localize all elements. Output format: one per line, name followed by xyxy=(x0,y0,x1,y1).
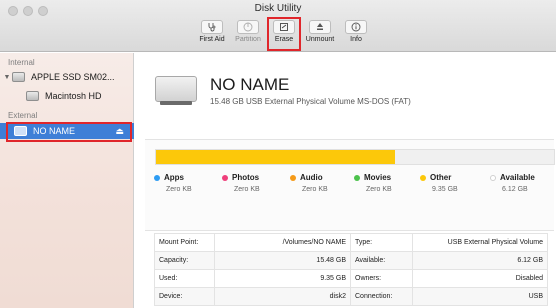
info-key: Capacity: xyxy=(154,251,215,270)
info-row: Capacity: 15.48 GB Available: 6.12 GB xyxy=(154,251,548,270)
usage-legend-item: Audio Zero KB xyxy=(290,173,328,193)
info-row: Device: disk2 Connection: USB xyxy=(154,287,548,306)
usage-category-value: Zero KB xyxy=(166,186,192,193)
info-button[interactable]: Info xyxy=(338,20,374,43)
partition-icon xyxy=(243,22,253,32)
internal-disk-icon xyxy=(12,72,25,82)
usage-bar xyxy=(155,149,555,165)
sidebar-item-apple-ssd[interactable]: ▼ APPLE SSD SM02... xyxy=(0,69,134,85)
usage-legend-item: Movies Zero KB xyxy=(354,173,392,193)
sidebar-item-label: APPLE SSD SM02... xyxy=(31,72,115,82)
unmount-icon xyxy=(317,23,323,30)
usage-category-label: Other xyxy=(430,173,452,182)
volume-description: 15.48 GB USB External Physical Volume MS… xyxy=(210,97,411,106)
info-key: Type: xyxy=(350,233,413,252)
erase-highlight-box xyxy=(267,17,301,51)
usage-bar-fill-other xyxy=(156,150,395,164)
info-key: Mount Point: xyxy=(154,233,215,252)
info-value: USB xyxy=(412,287,548,306)
legend-dot xyxy=(290,174,296,181)
usage-category-label: Apps xyxy=(164,173,184,182)
first-aid-label: First Aid xyxy=(199,36,225,43)
usage-category-value: Zero KB xyxy=(302,186,328,193)
info-value: USB External Physical Volume xyxy=(412,233,548,252)
legend-dot xyxy=(420,174,426,181)
info-key: Device: xyxy=(154,287,215,306)
info-value: Disabled xyxy=(412,269,548,288)
usage-category-label: Photos xyxy=(232,173,260,182)
usage-category-value: 9.35 GB xyxy=(432,186,458,193)
external-header: External xyxy=(8,111,38,120)
info-label: Info xyxy=(350,36,362,43)
disclosure-triangle-icon[interactable]: ▼ xyxy=(2,74,12,81)
info-row: Used: 9.35 GB Owners: Disabled xyxy=(154,269,548,288)
legend-dot xyxy=(154,174,160,181)
info-key: Connection: xyxy=(350,287,413,306)
info-icon xyxy=(351,22,361,32)
usage-category-label: Movies xyxy=(364,173,392,182)
sidebar-item-label: Macintosh HD xyxy=(45,91,102,101)
usage-legend-item: Available 6.12 GB xyxy=(490,173,535,193)
unmount-button[interactable]: Unmount xyxy=(302,20,338,43)
usage-legend-item: Other 9.35 GB xyxy=(420,173,458,193)
window-toolbar: Disk Utility First Aid Partition Erase U… xyxy=(0,0,556,52)
sidebar: Internal ▼ APPLE SSD SM02... Macintosh H… xyxy=(0,53,134,308)
legend-dot xyxy=(222,174,228,181)
usage-panel: Apps Zero KB Photos Zero KB Audio Zero KB Movi… xyxy=(145,139,555,231)
window-title: Disk Utility xyxy=(254,3,302,14)
volume-detail-pane: NO NAME 15.48 GB USB External Physical V… xyxy=(135,53,556,308)
first-aid-button[interactable]: First Aid xyxy=(194,20,230,43)
legend-dot xyxy=(354,174,360,181)
usage-category-label: Audio xyxy=(300,173,323,182)
volume-icon xyxy=(26,91,39,101)
info-value: 6.12 GB xyxy=(412,251,548,270)
usage-category-value: Zero KB xyxy=(234,186,260,193)
usage-legend-item: Photos Zero KB xyxy=(222,173,260,193)
info-key: Used: xyxy=(154,269,215,288)
info-value: disk2 xyxy=(214,287,351,306)
unmount-label: Unmount xyxy=(305,36,335,43)
stethoscope-icon xyxy=(208,23,216,32)
info-key: Available: xyxy=(350,251,413,270)
usage-category-value: 6.12 GB xyxy=(502,186,528,193)
partition-button[interactable]: Partition xyxy=(230,20,266,43)
external-drive-icon xyxy=(155,76,197,105)
usage-category-value: Zero KB xyxy=(366,186,392,193)
info-value: 9.35 GB xyxy=(214,269,351,288)
info-key: Owners: xyxy=(350,269,413,288)
info-value: /Volumes/NO NAME xyxy=(214,233,351,252)
info-value: 15.48 GB xyxy=(214,251,351,270)
usage-category-label: Available xyxy=(500,173,535,182)
volume-name: NO NAME xyxy=(210,75,290,94)
volume-info-table: Mount Point:/Volumes/NO NAME Type: USB Ext… xyxy=(154,233,548,306)
sidebar-item-macintosh-hd[interactable]: Macintosh HD xyxy=(0,88,134,104)
internal-header: Internal xyxy=(8,58,35,67)
usage-legend-item: Apps Zero KB xyxy=(154,173,192,193)
selected-volume-highlight-box xyxy=(6,122,132,142)
legend-dot xyxy=(490,174,496,181)
info-row: Mount Point:/Volumes/NO NAME Type: USB Ext… xyxy=(154,233,548,252)
partition-label: Partition xyxy=(235,36,261,43)
